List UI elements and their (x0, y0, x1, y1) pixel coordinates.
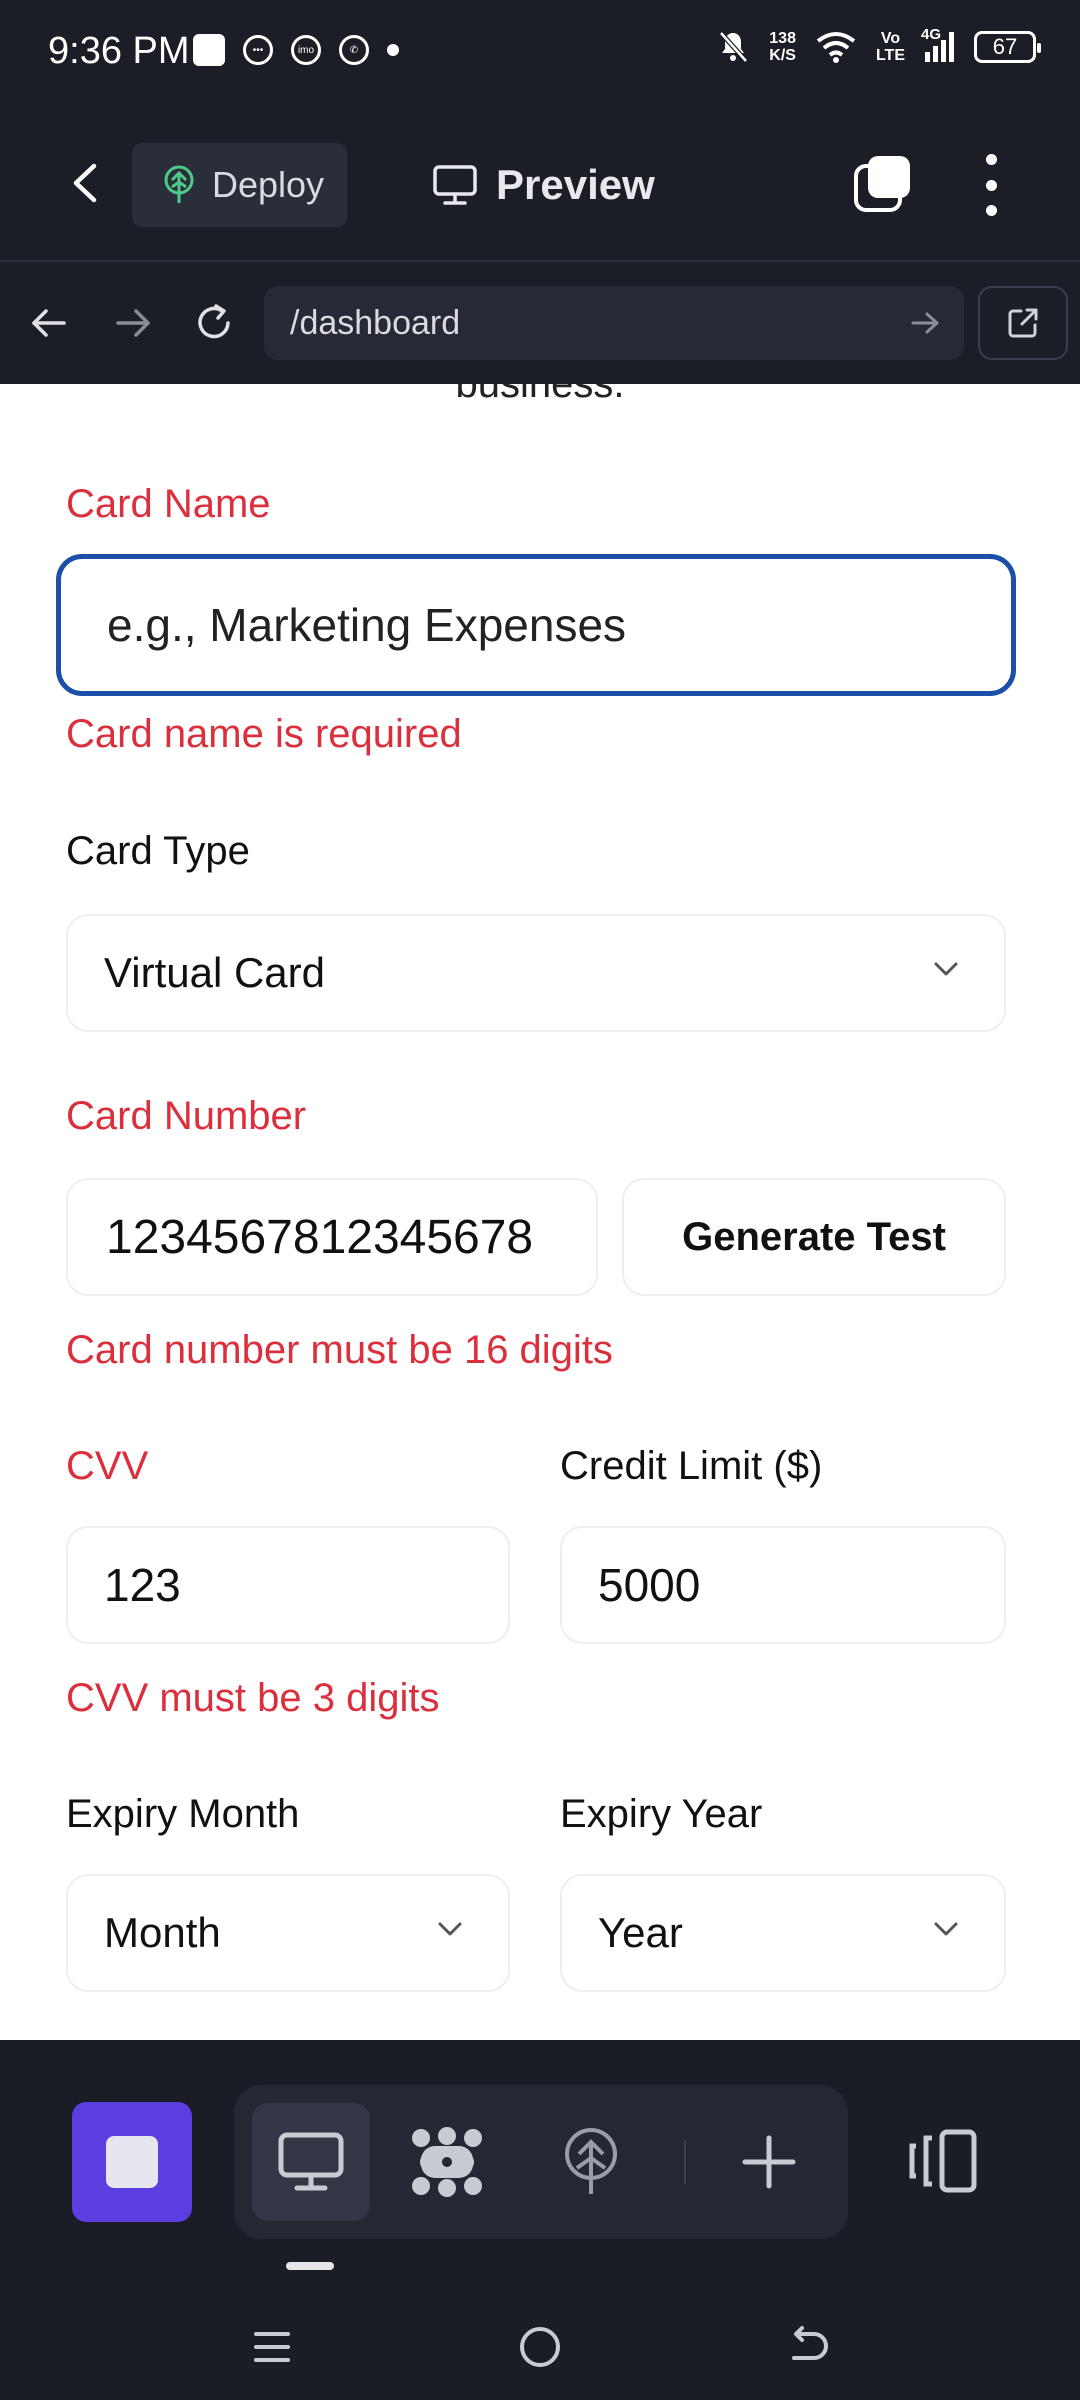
card-name-input[interactable]: e.g., Marketing Expenses (56, 554, 1016, 696)
card-number-error: Card number must be 16 digits (66, 1328, 613, 1372)
chevron-down-icon (934, 1922, 958, 1936)
app-notification-icon (193, 34, 225, 66)
url-input[interactable]: /dashboard (264, 286, 964, 360)
deploy-label: Deploy (212, 164, 325, 205)
card-type-select[interactable]: Virtual Card (66, 914, 1006, 1032)
generate-test-button[interactable]: Generate Test (622, 1178, 1006, 1296)
expiry-month-select[interactable]: Month (66, 1874, 510, 1992)
url-text: /dashboard (290, 303, 461, 342)
signal-icon: 4G (921, 26, 954, 62)
expiry-year-label: Expiry Year (560, 1792, 763, 1836)
chat-notification-icon: ••• (243, 35, 273, 65)
system-back-icon[interactable] (784, 2322, 834, 2372)
notification-icons: ••• imo ✆ (193, 34, 399, 66)
card-name-error: Card name is required (66, 712, 462, 756)
cvv-label: CVV (66, 1444, 149, 1488)
card-type-label: Card Type (66, 829, 250, 873)
add-tool-button[interactable] (710, 2103, 828, 2221)
chevron-down-icon (934, 962, 958, 976)
chevron-down-icon (438, 1922, 462, 1936)
tabs-icon[interactable] (852, 154, 914, 216)
description-text: business. (455, 384, 625, 406)
cvv-value: 123 (104, 1559, 181, 1611)
back-icon[interactable] (62, 158, 112, 208)
card-number-value: 1234567812345678 (106, 1210, 534, 1264)
deploy-tool-button[interactable] (532, 2103, 650, 2221)
preview-button[interactable]: Preview (432, 150, 655, 220)
open-external-button[interactable] (978, 286, 1068, 360)
go-arrow-icon[interactable] (908, 306, 942, 340)
network-speed: 138 K/S (769, 30, 796, 64)
volte-top: Vo (880, 30, 901, 47)
reload-icon[interactable] (192, 300, 238, 346)
network-speed-value: 138 (769, 30, 796, 47)
network-speed-unit: K/S (769, 47, 796, 64)
credit-limit-input[interactable]: 5000 (560, 1526, 1006, 1644)
home-icon[interactable] (515, 2322, 565, 2372)
app-bar: Deploy Preview (0, 110, 1080, 262)
expiry-month-label: Expiry Month (66, 1792, 300, 1836)
external-link-icon (1008, 308, 1038, 338)
volte-indicator: Vo LTE (876, 30, 905, 64)
web-content: business. Card Name e.g., Marketing Expe… (0, 384, 1080, 2040)
system-status-icons: 138 K/S Vo LTE 4G 67 (717, 26, 1041, 64)
battery-level: 67 (992, 34, 1018, 59)
browser-back-icon[interactable] (26, 300, 72, 346)
monitor-icon (433, 165, 477, 205)
bell-muted-icon (719, 31, 749, 63)
cluster-icon (412, 2127, 482, 2197)
whatsapp-notification-icon: ✆ (339, 35, 369, 65)
recent-apps-icon[interactable] (248, 2322, 298, 2372)
imo-notification-icon: imo (291, 35, 321, 65)
expiry-year-value: Year (598, 1909, 683, 1956)
active-tab-indicator (286, 2262, 334, 2270)
deploy-tree-icon (164, 165, 194, 203)
card-name-label: Card Name (66, 482, 271, 526)
browser-forward-icon[interactable] (110, 300, 156, 346)
tool-separator (684, 2140, 686, 2184)
stop-button[interactable] (72, 2102, 192, 2222)
card-type-value: Virtual Card (104, 949, 325, 996)
cvv-error: CVV must be 3 digits (66, 1676, 440, 1720)
expiry-year-select[interactable]: Year (560, 1874, 1006, 1992)
status-time: 9:36 PM (48, 30, 190, 72)
more-notifications-icon (387, 44, 399, 56)
preview-tool-button[interactable] (252, 2103, 370, 2221)
more-options-icon[interactable] (976, 154, 1006, 216)
battery-icon: 67 (974, 31, 1041, 63)
cluster-tool-button[interactable] (388, 2103, 506, 2221)
stop-icon (106, 2136, 158, 2188)
browser-url-bar: /dashboard (0, 262, 1080, 384)
expiry-month-value: Month (104, 1909, 221, 1956)
volte-bottom: LTE (875, 47, 905, 64)
preview-label: Preview (496, 161, 655, 208)
credit-limit-value: 5000 (598, 1559, 701, 1611)
card-number-label: Card Number (66, 1094, 307, 1138)
card-name-placeholder: e.g., Marketing Expenses (107, 599, 627, 651)
tool-group (234, 2085, 848, 2239)
deploy-icon (565, 2128, 617, 2194)
credit-limit-label: Credit Limit ($) (560, 1444, 823, 1488)
plus-icon (742, 2135, 796, 2189)
monitor-icon (278, 2132, 344, 2191)
card-number-input[interactable]: 1234567812345678 (66, 1178, 598, 1296)
bottom-toolbar (0, 2040, 1080, 2400)
status-bar: 9:36 PM ••• imo ✆ 138 K/S Vo LTE 4G 67 (0, 0, 1080, 110)
network-type: 4G (921, 26, 942, 43)
cvv-input[interactable]: 123 (66, 1526, 510, 1644)
deploy-button[interactable]: Deploy (132, 143, 347, 227)
wifi-icon (816, 32, 856, 63)
generate-test-label: Generate Test (682, 1214, 946, 1259)
device-switch-icon[interactable] (906, 2128, 982, 2194)
